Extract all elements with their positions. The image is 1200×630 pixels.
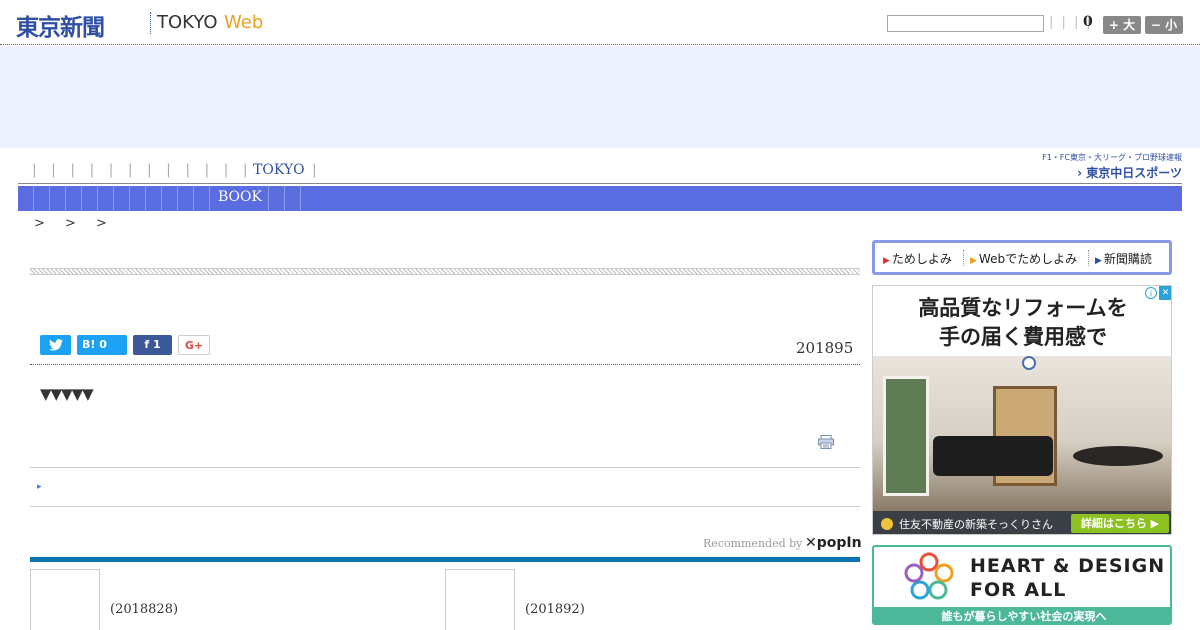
secondary-nav: BOOK: [18, 186, 1182, 211]
secondary-nav-item[interactable]: [269, 186, 285, 211]
recommended-thumbnail[interactable]: [445, 569, 515, 630]
ad-footer-text: 住友不動産の新築そっくりさん: [899, 518, 1053, 531]
ad-window-shape: [883, 376, 929, 496]
ad-headline-area: 高品質なリフォームを 手の届く費用感で: [873, 286, 1171, 356]
secondary-nav-item[interactable]: [66, 186, 82, 211]
triangle-right-icon: ▶: [1095, 256, 1102, 266]
logo-web-text[interactable]: Web: [224, 12, 263, 33]
ad-table-shape: [1073, 446, 1163, 466]
ad-headline-2: 手の届く費用感で: [939, 324, 1107, 349]
article-body-marks: ▼▼▼▼▼: [40, 385, 94, 403]
twitter-share-button[interactable]: [40, 335, 71, 355]
font-size-larger-button[interactable]: + 大: [1103, 16, 1141, 34]
twitter-icon: [48, 339, 63, 351]
adchoices[interactable]: i ✕: [1143, 286, 1171, 300]
info-icon[interactable]: i: [1145, 287, 1157, 299]
ad2-footer: 誰もが暮らしやすい社会の実現へ: [874, 607, 1170, 623]
related-top-rule: [30, 467, 860, 468]
heart-emblem-icon: [904, 552, 954, 600]
clock-icon: [1022, 356, 1036, 370]
tab-web-tameshiyomi[interactable]: ▶ Webでためしよみ: [970, 250, 1077, 267]
tab-label: 新聞購読: [1103, 252, 1152, 266]
ad-headline-1: 高品質なリフォームを: [918, 295, 1128, 320]
secondary-nav-book-label[interactable]: BOOK: [218, 189, 262, 205]
related-link-arrow-icon[interactable]: ▸: [37, 482, 42, 492]
secondary-nav-item[interactable]: [178, 186, 194, 211]
triangle-right-icon: ▶: [970, 256, 977, 266]
ad2-title-line1: HEART & DESIGN: [970, 555, 1166, 577]
tab-subscribe[interactable]: ▶ 新聞購読: [1095, 250, 1152, 267]
recommended-label: Recommended by: [703, 537, 803, 550]
ad-footer: 住友不動産の新築そっくりさん 詳細はこちら ▶: [873, 511, 1171, 534]
sports-logo-text: › 東京中日スポーツ: [1077, 166, 1182, 180]
brand-dot-icon: [881, 518, 893, 530]
recommended-bar: [30, 557, 860, 562]
tab-label: Webでためしよみ: [978, 252, 1078, 266]
secondary-nav-item[interactable]: [50, 186, 66, 211]
recommended-item-text[interactable]: (201892): [525, 602, 585, 617]
tab-separator: [1088, 250, 1089, 266]
sports-tagline: F1・FC東京・大リーグ・プロ野球速報: [1042, 153, 1182, 162]
site-header: 東京新聞 TOKYO Web | | | | 0 + 大 − 小: [0, 0, 1200, 45]
logo-tokyo-text[interactable]: TOKYO: [157, 12, 218, 33]
tab-label: ためしよみ: [891, 252, 952, 266]
recommended-item-text[interactable]: (2018828): [110, 602, 178, 617]
primary-nav: | | | | | | | | | | | | TOKYO | F1・FC東京・…: [18, 153, 1182, 184]
search-input[interactable]: [887, 15, 1044, 32]
secondary-nav-item[interactable]: [34, 186, 50, 211]
related-bottom-rule: [30, 506, 860, 507]
logo-divider: [150, 12, 151, 34]
tab-separator: [963, 250, 964, 266]
primary-nav-item-tokyo[interactable]: TOKYO: [253, 162, 305, 178]
secondary-nav-item[interactable]: [130, 186, 146, 211]
secondary-nav-item[interactable]: [82, 186, 98, 211]
top-ad-banner[interactable]: [0, 46, 1200, 148]
facebook-share-button[interactable]: f 1: [133, 335, 172, 355]
article-title-rule: [30, 268, 860, 275]
primary-nav-separator: |: [312, 162, 317, 178]
secondary-nav-item[interactable]: [285, 186, 301, 211]
recommended-thumbnail[interactable]: [30, 569, 100, 630]
chunichi-sports-link[interactable]: F1・FC東京・大リーグ・プロ野球速報 › 東京中日スポーツ: [1028, 152, 1182, 181]
site-logo[interactable]: 東京新聞: [16, 8, 105, 42]
close-icon[interactable]: ✕: [1159, 286, 1171, 300]
primary-nav-items[interactable]: | | | | | | | | | | | |: [32, 162, 248, 178]
hatena-bookmark-button[interactable]: B! 0: [77, 335, 127, 355]
secondary-nav-item[interactable]: [162, 186, 178, 211]
secondary-nav-item[interactable]: [194, 186, 210, 211]
font-size-smaller-button[interactable]: − 小: [1145, 16, 1183, 34]
heart-design-ad[interactable]: HEART & DESIGN FOR ALL 誰もが暮らしやすい社会の実現へ: [872, 545, 1172, 625]
ad-sofa-shape: [933, 436, 1053, 476]
ad2-title-line2: FOR ALL: [970, 579, 1067, 601]
header-count: 0: [1083, 14, 1093, 30]
breadcrumb[interactable]: > > >: [34, 216, 107, 231]
reform-ad[interactable]: 高品質なリフォームを 手の届く費用感で 住友不動産の新築そっくりさん 詳細はこち…: [872, 285, 1172, 535]
secondary-nav-item[interactable]: [18, 186, 34, 211]
secondary-nav-item[interactable]: [98, 186, 114, 211]
subscription-tabs: ▶ ためしよみ ▶ Webでためしよみ ▶ 新聞購読: [872, 240, 1172, 275]
secondary-nav-item[interactable]: [114, 186, 130, 211]
triangle-right-icon: ▶: [883, 256, 890, 266]
popin-logo[interactable]: ✕popIn: [805, 535, 862, 551]
ad-cta-button[interactable]: 詳細はこちら ▶: [1071, 514, 1169, 533]
secondary-nav-item[interactable]: [146, 186, 162, 211]
print-icon[interactable]: [818, 434, 834, 449]
googleplus-share-button[interactable]: G+: [178, 335, 210, 355]
article-divider: [30, 364, 860, 365]
article-date: 201895: [796, 339, 854, 357]
tab-tameshiyomi[interactable]: ▶ ためしよみ: [883, 250, 952, 267]
